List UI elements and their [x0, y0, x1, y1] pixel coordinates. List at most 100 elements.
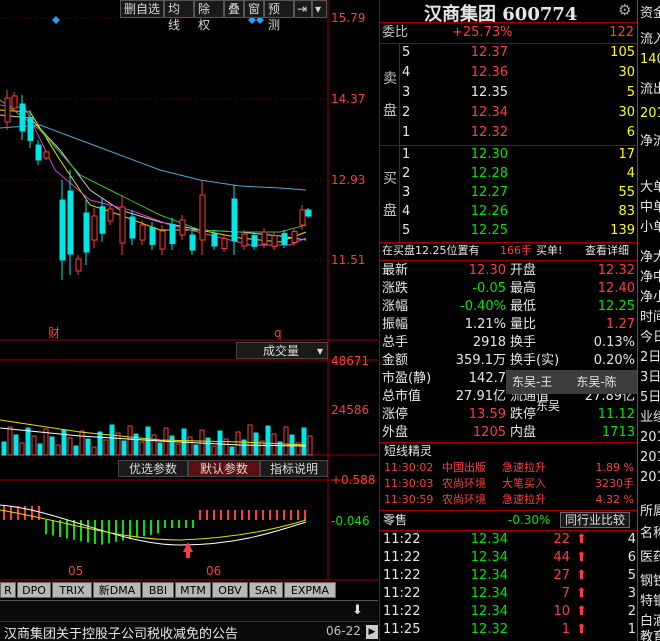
volume-bar: [247, 424, 253, 456]
download-icon[interactable]: ⬇: [352, 603, 363, 618]
finance-mark[interactable]: 财: [48, 324, 60, 341]
sell-volume: 30: [618, 105, 635, 120]
ma-button[interactable]: 均线: [164, 0, 194, 32]
sprite-row[interactable]: 11:30:02 中国出版 急速拉升 1.89 %: [380, 460, 638, 476]
order-alert-line[interactable]: 在买盘12.25位置有 166手 买单! 查看详细: [380, 243, 638, 259]
side-panel-text: 5日: [640, 390, 660, 405]
ex-rights-button[interactable]: 除权: [194, 0, 224, 32]
stat-label: 涨跌: [382, 281, 409, 296]
volume-bar: [283, 426, 289, 456]
candle-body: [11, 95, 18, 109]
indicator-tab[interactable]: SAR: [249, 582, 283, 598]
stat-value: 1.27: [606, 317, 635, 332]
y-tick: +0.588: [331, 473, 376, 487]
buy-level-row[interactable]: 5 12.25 139: [400, 222, 638, 240]
kline-chart-area[interactable]: 删自选 均线 除权 叠 窗 预测 ⇥ ▾ 15.79 14.37 12.93 1…: [0, 0, 378, 620]
candle-body: [83, 212, 90, 253]
event-diamond: [52, 16, 60, 24]
volume-bar: [199, 429, 205, 456]
sprite-row[interactable]: 11:30:03 农尚环境 大笔买入 3230手: [380, 476, 638, 492]
volume-bar: [307, 435, 313, 456]
stat-value: 11.12: [597, 407, 635, 422]
news-headline[interactable]: 汉商集团关于控股子公司税收减免的公告: [4, 623, 238, 641]
scroll-right-icon[interactable]: ▶: [366, 625, 378, 639]
sprite-row[interactable]: 11:30:59 农尚环境 急速拉升 4.32 %: [380, 492, 638, 508]
delete-watchlist-button[interactable]: 删自选: [120, 0, 164, 18]
stat-value: 0.13%: [593, 335, 635, 350]
stat-label: 换手(实): [510, 353, 560, 368]
indicator-tab[interactable]: OBV: [212, 582, 248, 598]
month-label: 05: [68, 564, 84, 578]
volume-bar: [217, 430, 223, 456]
stat-value: 1.21%: [464, 317, 506, 332]
side-panel-text: 所属: [640, 504, 660, 519]
stat-row: 总手 2918 换手 0.13%: [380, 334, 638, 352]
y-tick: 15.79: [331, 11, 366, 25]
indicator-tab[interactable]: TRIX: [52, 582, 92, 598]
volume-bar: [205, 437, 211, 456]
event-mark[interactable]: q: [274, 326, 282, 340]
stat-label: 总市值: [382, 389, 422, 404]
volume-bar: [121, 440, 127, 456]
dropdown-arrow-icon[interactable]: ▾: [312, 0, 327, 18]
buy-level-row[interactable]: 4 12.26 83: [400, 203, 638, 221]
sell-level-row[interactable]: 3 12.35 5: [400, 84, 638, 102]
candle-body: [99, 206, 106, 234]
buy-level-row[interactable]: 1 12.30 17: [400, 146, 638, 164]
side-panel-text: 3日: [640, 370, 660, 385]
sector-name[interactable]: 零售: [383, 511, 407, 529]
buy-level-row[interactable]: 3 12.27 55: [400, 184, 638, 202]
stat-value: 0.20%: [593, 353, 635, 368]
indicator-help-tab[interactable]: 指标说明: [260, 460, 328, 477]
optimized-params-tab[interactable]: 优选参数: [118, 460, 188, 477]
volume-bar: [175, 443, 181, 456]
stat-row: 外盘 1205 内盘 1713: [380, 424, 638, 442]
volume-indicator-select[interactable]: 成交量 ▾: [236, 342, 328, 359]
stat-label: 最高: [510, 281, 537, 296]
buy-level-row[interactable]: 2 12.28 4: [400, 165, 638, 183]
peer-compare-button[interactable]: 同行业比较: [560, 512, 631, 528]
indicator-tab[interactable]: EXPMA: [284, 582, 336, 598]
sector-row: 零售 -0.30% 同行业比较: [380, 511, 638, 529]
volume-bar: [169, 435, 175, 456]
up-arrow-icon: ⬆: [576, 532, 587, 547]
side-panel-text: 医药: [640, 550, 660, 565]
volume-bar: [19, 442, 25, 456]
buy-price: 12.30: [470, 147, 508, 162]
window-button[interactable]: 窗: [244, 0, 264, 18]
stat-label: 涨幅: [382, 299, 409, 314]
overlay-button[interactable]: 叠: [224, 0, 244, 18]
volume-bar: [253, 432, 259, 456]
sell-level-row[interactable]: 5 12.37 105: [400, 44, 638, 62]
sell-level-row[interactable]: 1 12.32 6: [400, 124, 638, 142]
indicator-tab[interactable]: DPO: [17, 582, 51, 598]
stat-value: 12.25: [597, 299, 635, 314]
sprite-header[interactable]: 短线精灵: [380, 443, 638, 459]
default-params-tab[interactable]: 默认参数: [188, 460, 260, 477]
candle-body: [35, 144, 42, 161]
gear-icon[interactable]: ⚙: [618, 1, 631, 19]
y-tick: 12.93: [331, 173, 366, 187]
buy-price: 12.27: [470, 185, 508, 200]
side-panel-text: 201: [640, 106, 660, 121]
indicator-tab[interactable]: MTM: [175, 582, 211, 598]
volume-bar: [193, 444, 199, 456]
side-panel-text: 140: [640, 52, 660, 67]
sell-level-row[interactable]: 2 12.34 30: [400, 104, 638, 122]
level-number: 3: [402, 185, 411, 200]
indicator-tab[interactable]: R: [0, 582, 16, 598]
stat-value: 12.40: [597, 281, 635, 296]
indicator-tab[interactable]: BBI: [142, 582, 174, 598]
ma-line: [0, 99, 307, 233]
volume-bar: [145, 426, 151, 456]
sell-price: 12.37: [470, 45, 508, 60]
broker-tooltip[interactable]: 东吴-王 东吴-陈东吴: [506, 370, 637, 413]
candle-body: [59, 199, 66, 261]
view-details-link[interactable]: 查看详细: [585, 243, 629, 259]
volume-bar: [25, 427, 31, 456]
stat-label: 开盘: [510, 263, 537, 278]
indicator-tab[interactable]: 新DMA: [93, 582, 141, 598]
forecast-button[interactable]: 预测: [264, 0, 294, 32]
pin-icon[interactable]: ⇥: [294, 0, 312, 18]
sell-level-row[interactable]: 4 12.36 30: [400, 64, 638, 82]
